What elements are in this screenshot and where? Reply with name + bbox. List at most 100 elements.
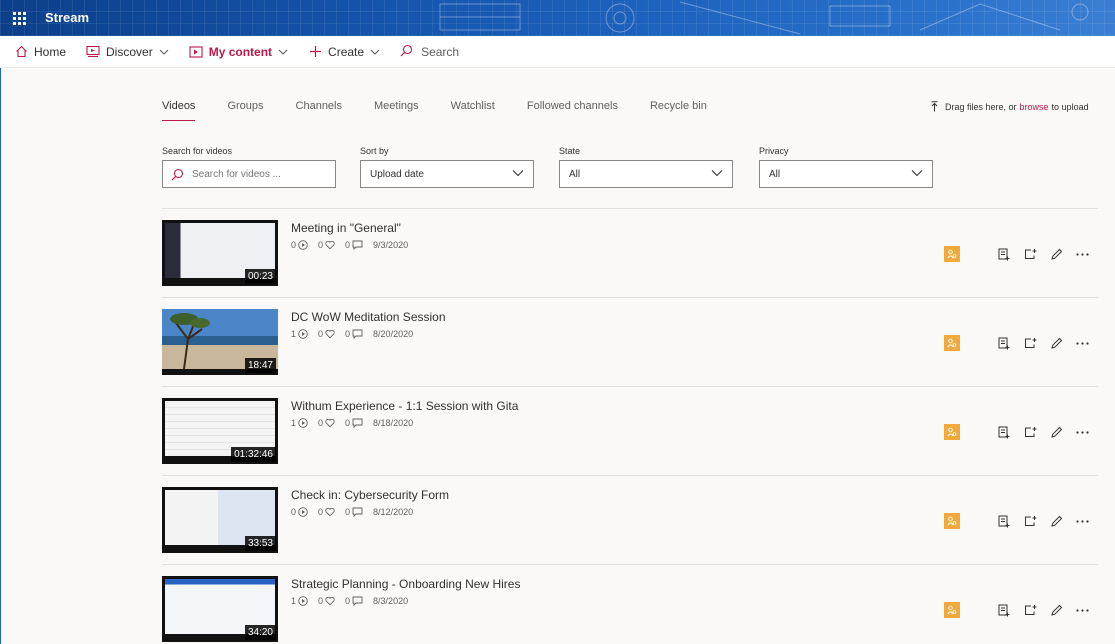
banner-blueprint-art xyxy=(439,1,1089,35)
tab-followed-channels[interactable]: Followed channels xyxy=(527,100,618,121)
search-icon xyxy=(171,168,184,181)
comment-icon xyxy=(352,507,363,517)
nav-discover[interactable]: Discover xyxy=(86,45,169,59)
search-videos-input[interactable] xyxy=(192,168,322,180)
chevron-down-icon xyxy=(911,169,923,180)
comments-count: 0 xyxy=(345,596,351,606)
content-tabs: Videos Groups Channels Meetings Watchlis… xyxy=(162,100,739,121)
edit-icon[interactable] xyxy=(1043,245,1069,263)
tab-recycle-bin[interactable]: Recycle bin xyxy=(650,100,707,121)
row-actions xyxy=(991,423,1095,441)
video-row: 33:53 Check in: Cybersecurity Form 0 0 0… xyxy=(162,475,1098,564)
likes-count: 0 xyxy=(318,418,324,428)
watchlist-add-icon[interactable] xyxy=(1017,245,1043,263)
video-thumbnail[interactable]: 18:47 xyxy=(162,309,278,375)
video-row: 00:23 Meeting in "General" 0 0 0 9/3/202… xyxy=(162,208,1098,297)
watchlist-add-icon[interactable] xyxy=(1017,601,1043,619)
comments-stat: 0 xyxy=(345,329,363,339)
app-header: Stream xyxy=(0,0,1115,36)
playlist-add-icon[interactable] xyxy=(991,245,1017,263)
likes-count: 0 xyxy=(318,329,324,339)
browse-link[interactable]: browse xyxy=(1020,102,1049,112)
tab-watchlist[interactable]: Watchlist xyxy=(451,100,495,121)
state-label: State xyxy=(559,146,581,156)
views-stat: 1 xyxy=(291,596,308,606)
more-icon[interactable] xyxy=(1069,512,1095,530)
video-thumbnail[interactable]: 34:20 xyxy=(162,576,278,642)
watchlist-add-icon[interactable] xyxy=(1017,423,1043,441)
more-icon[interactable] xyxy=(1069,245,1095,263)
views-count: 1 xyxy=(291,418,297,428)
nav-create[interactable]: Create xyxy=(308,45,380,59)
people-icon xyxy=(944,602,960,618)
tab-channels[interactable]: Channels xyxy=(296,100,342,121)
views-stat: 1 xyxy=(291,418,308,428)
views-count: 0 xyxy=(291,240,297,250)
video-title[interactable]: DC WoW Meditation Session xyxy=(291,310,446,324)
tab-videos[interactable]: Videos xyxy=(162,100,196,121)
my-content-icon xyxy=(189,45,203,59)
search-videos-box[interactable] xyxy=(162,160,336,188)
tab-meetings[interactable]: Meetings xyxy=(374,100,419,121)
video-date: 9/3/2020 xyxy=(373,240,409,250)
video-date: 8/3/2020 xyxy=(373,596,409,606)
home-icon xyxy=(14,45,28,59)
people-icon xyxy=(944,246,960,262)
more-icon[interactable] xyxy=(1069,334,1095,352)
tab-groups[interactable]: Groups xyxy=(227,100,263,121)
people-icon xyxy=(944,513,960,529)
video-thumbnail[interactable]: 01:32:46 xyxy=(162,398,278,464)
edit-icon[interactable] xyxy=(1043,423,1069,441)
more-icon[interactable] xyxy=(1069,423,1095,441)
state-select[interactable]: All xyxy=(559,160,733,188)
watchlist-add-icon[interactable] xyxy=(1017,334,1043,352)
video-title[interactable]: Withum Experience - 1:1 Session with Git… xyxy=(291,399,518,413)
playlist-add-icon[interactable] xyxy=(991,601,1017,619)
comments-stat: 0 xyxy=(345,418,363,428)
edit-icon[interactable] xyxy=(1043,601,1069,619)
row-actions xyxy=(991,512,1095,530)
playlist-add-icon[interactable] xyxy=(991,334,1017,352)
privacy-label: Privacy xyxy=(759,146,789,156)
nav-home-label: Home xyxy=(34,44,67,59)
video-duration: 00:23 xyxy=(244,269,276,284)
state-value: All xyxy=(569,168,581,180)
nav-home[interactable]: Home xyxy=(14,45,66,59)
video-duration: 34:20 xyxy=(244,625,276,640)
more-icon[interactable] xyxy=(1069,601,1095,619)
video-title[interactable]: Check in: Cybersecurity Form xyxy=(291,488,449,502)
app-name[interactable]: Stream xyxy=(45,10,89,25)
upload-icon xyxy=(931,101,938,112)
privacy-value: All xyxy=(769,168,781,180)
video-thumbnail[interactable]: 00:23 xyxy=(162,220,278,286)
comment-icon xyxy=(352,240,363,250)
sort-by-select[interactable]: Upload date xyxy=(360,160,534,188)
views-stat: 1 xyxy=(291,329,308,339)
app-launcher-button[interactable] xyxy=(0,0,38,36)
video-title[interactable]: Strategic Planning - Onboarding New Hire… xyxy=(291,577,520,591)
playlist-add-icon[interactable] xyxy=(991,423,1017,441)
discover-icon xyxy=(86,45,100,59)
views-count: 1 xyxy=(291,329,297,339)
comment-icon xyxy=(352,596,363,606)
nav-my-content[interactable]: My content xyxy=(189,45,288,59)
video-stats: 1 0 0 8/18/2020 xyxy=(291,418,413,428)
privacy-select[interactable]: All xyxy=(759,160,933,188)
heart-icon xyxy=(325,240,335,250)
video-row: 01:32:46 Withum Experience - 1:1 Session… xyxy=(162,386,1098,475)
comments-count: 0 xyxy=(345,507,351,517)
playlist-add-icon[interactable] xyxy=(991,512,1017,530)
video-stats: 1 0 0 8/3/2020 xyxy=(291,596,408,606)
edit-icon[interactable] xyxy=(1043,334,1069,352)
edit-icon[interactable] xyxy=(1043,512,1069,530)
video-title[interactable]: Meeting in "General" xyxy=(291,221,401,235)
upload-prefix: Drag files here, or xyxy=(945,101,1017,112)
nav-search[interactable]: Search xyxy=(400,44,459,60)
views-stat: 0 xyxy=(291,507,308,517)
likes-stat: 0 xyxy=(318,596,335,606)
video-thumbnail[interactable]: 33:53 xyxy=(162,487,278,553)
video-stats: 0 0 0 8/12/2020 xyxy=(291,507,413,517)
likes-count: 0 xyxy=(318,240,324,250)
watchlist-add-icon[interactable] xyxy=(1017,512,1043,530)
views-count: 1 xyxy=(291,596,297,606)
